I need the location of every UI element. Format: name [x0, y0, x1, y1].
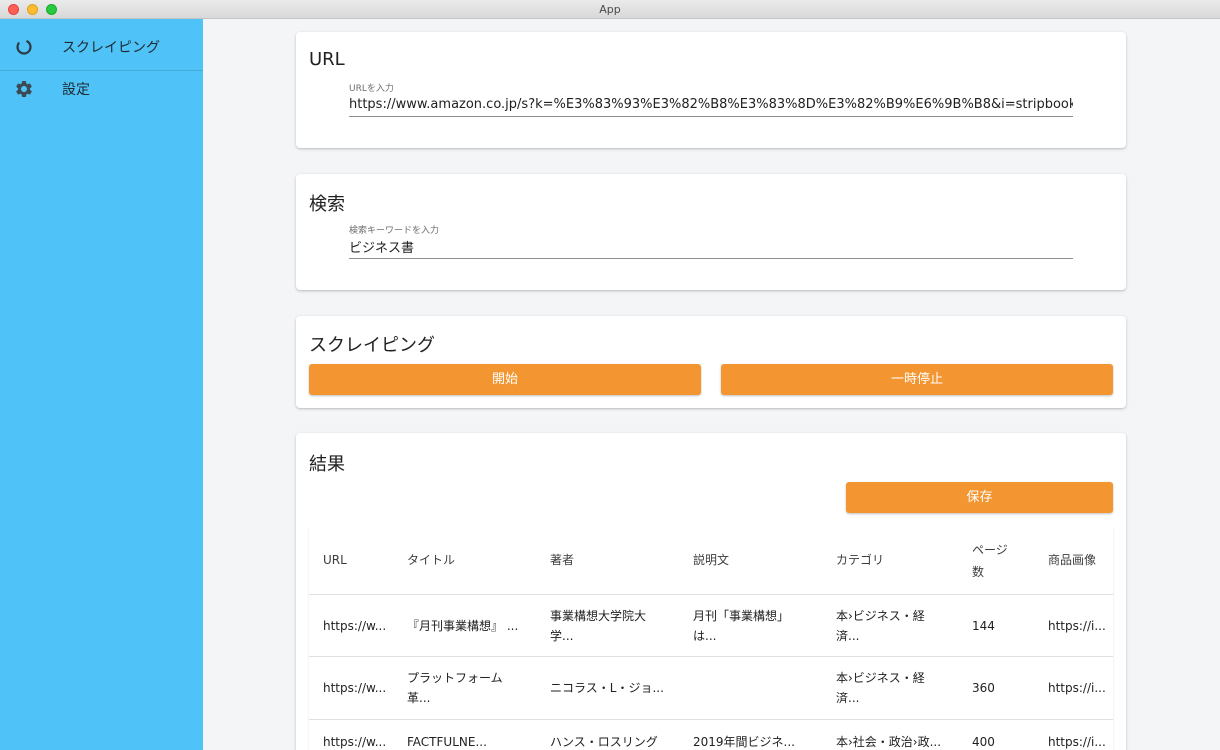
start-button[interactable]: 開始: [309, 364, 701, 395]
gear-icon: [14, 79, 34, 99]
url-input[interactable]: [349, 93, 1073, 117]
scraping-card-title: スクレイピング: [309, 335, 435, 356]
window-title: App: [599, 3, 621, 16]
cell-title: FACTFULNE...: [407, 735, 487, 749]
column-header-pages[interactable]: ページ数: [972, 539, 1018, 583]
cell-url: https://w...: [323, 735, 387, 749]
sidebar-item-scraping[interactable]: スクレイピング: [0, 22, 203, 71]
cell-category: 本›社会・政治›政...: [836, 735, 942, 749]
cell-pages: 400: [972, 735, 995, 749]
window-titlebar: App: [0, 0, 1220, 19]
table-row[interactable]: https://w... FACTFULNE... ハンス・ロスリング 2019…: [309, 720, 1113, 750]
cell-image: https://i...: [1048, 681, 1106, 695]
cell-url: https://w...: [323, 619, 387, 633]
cell-description: 月刊「事業構想」は...: [693, 609, 790, 643]
cell-image: https://i...: [1048, 619, 1106, 633]
column-header-url[interactable]: URL: [323, 550, 383, 570]
main-content: URL URLを入力 検索 検索キーワードを入力 スクレイピング 開始 一時停止…: [203, 19, 1220, 750]
url-card: URL URLを入力: [296, 32, 1126, 148]
cell-pages: 360: [972, 681, 995, 695]
sidebar-item-label: 設定: [62, 82, 90, 98]
pause-button[interactable]: 一時停止: [721, 364, 1113, 395]
column-header-author[interactable]: 著者: [550, 550, 660, 570]
cell-image: https://i...: [1048, 735, 1106, 749]
url-card-title: URL: [309, 49, 345, 70]
cell-author: 事業構想大学院大学...: [550, 609, 647, 643]
search-card: 検索 検索キーワードを入力: [296, 174, 1126, 290]
cell-pages: 144: [972, 619, 995, 633]
loading-ring-icon: [14, 37, 34, 57]
sidebar-item-settings[interactable]: 設定: [0, 64, 203, 112]
column-header-image[interactable]: 商品画像: [1048, 550, 1110, 570]
cell-title: 『月刊事業構想』 ...: [407, 619, 519, 633]
sidebar: スクレイピング 設定: [0, 19, 203, 750]
scraping-card: スクレイピング 開始 一時停止: [296, 316, 1126, 408]
cell-author: ハンス・ロスリング: [550, 735, 658, 749]
column-header-description[interactable]: 説明文: [693, 550, 803, 570]
sidebar-item-label: スクレイピング: [62, 40, 160, 56]
search-input[interactable]: [349, 235, 1073, 259]
cell-category: 本›ビジネス・経済...: [836, 609, 925, 643]
cell-author: ニコラス・L・ジョ...: [550, 681, 664, 695]
table-header-row: URL タイトル 著者 説明文 カテゴリ ページ数 商品画像: [309, 526, 1113, 595]
table-row[interactable]: https://w... 『月刊事業構想』 ... 事業構想大学院大学... 月…: [309, 595, 1113, 657]
cell-description: 2019年間ビジネ...: [693, 735, 795, 749]
table-row[interactable]: https://w... プラットフォーム革... ニコラス・L・ジョ... 本…: [309, 657, 1113, 720]
results-card: 結果 保存 URL タイトル 著者 説明文 カテゴリ ページ数 商品画像 htt…: [296, 433, 1126, 750]
save-button[interactable]: 保存: [846, 482, 1113, 513]
cell-url: https://w...: [323, 681, 387, 695]
column-header-category[interactable]: カテゴリ: [836, 550, 946, 570]
cell-category: 本›ビジネス・経済...: [836, 671, 925, 705]
results-table: URL タイトル 著者 説明文 カテゴリ ページ数 商品画像 https://w…: [309, 526, 1113, 750]
search-card-title: 検索: [309, 194, 345, 215]
cell-title: プラットフォーム革...: [407, 671, 503, 705]
column-header-title[interactable]: タイトル: [407, 550, 517, 570]
results-card-title: 結果: [309, 454, 345, 475]
